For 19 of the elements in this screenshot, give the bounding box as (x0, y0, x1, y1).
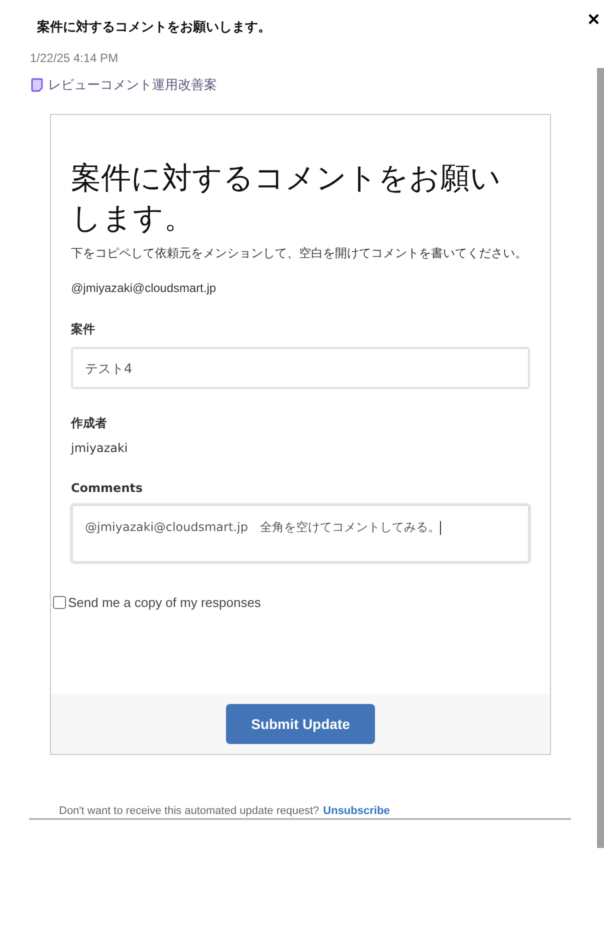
field-value: jmiyazaki (71, 441, 129, 455)
mention-text: @jmiyazaki@cloudsmart.jp (71, 281, 218, 295)
field-label: 案件 (71, 321, 96, 338)
timestamp: 1/22/25 4:14 PM (30, 51, 120, 65)
dialog-title: 案件に対するコメントをお願いします。 (37, 18, 271, 36)
document-icon (31, 78, 43, 92)
input-field[interactable]: テスト4 (71, 347, 530, 389)
field-label: 作成者 (71, 415, 108, 432)
unsubscribe-link[interactable]: Unsubscribe (323, 805, 390, 817)
submit-button[interactable]: Submit Update (226, 704, 375, 744)
unsubscribe-text: Don't want to receive this automated update request? (59, 805, 320, 817)
document-link[interactable]: レビューコメント運用改善案 (48, 76, 217, 94)
form-heading: 案件に対するコメントをお願いします。 (71, 160, 502, 238)
field-label: Comments (71, 481, 144, 495)
checkbox[interactable] (53, 596, 66, 609)
comment-field[interactable]: @jmiyazaki@cloudsmart.jp 全角を空けてコメントしてみる。 (71, 504, 530, 563)
checkbox-label: Send me a copy of my responses (68, 595, 261, 610)
close-button[interactable]: ✕ (587, 10, 600, 30)
form-description: 下をコピペして依頼元をメンションして、空白を開けてコメントを書いてください。 (71, 245, 528, 261)
